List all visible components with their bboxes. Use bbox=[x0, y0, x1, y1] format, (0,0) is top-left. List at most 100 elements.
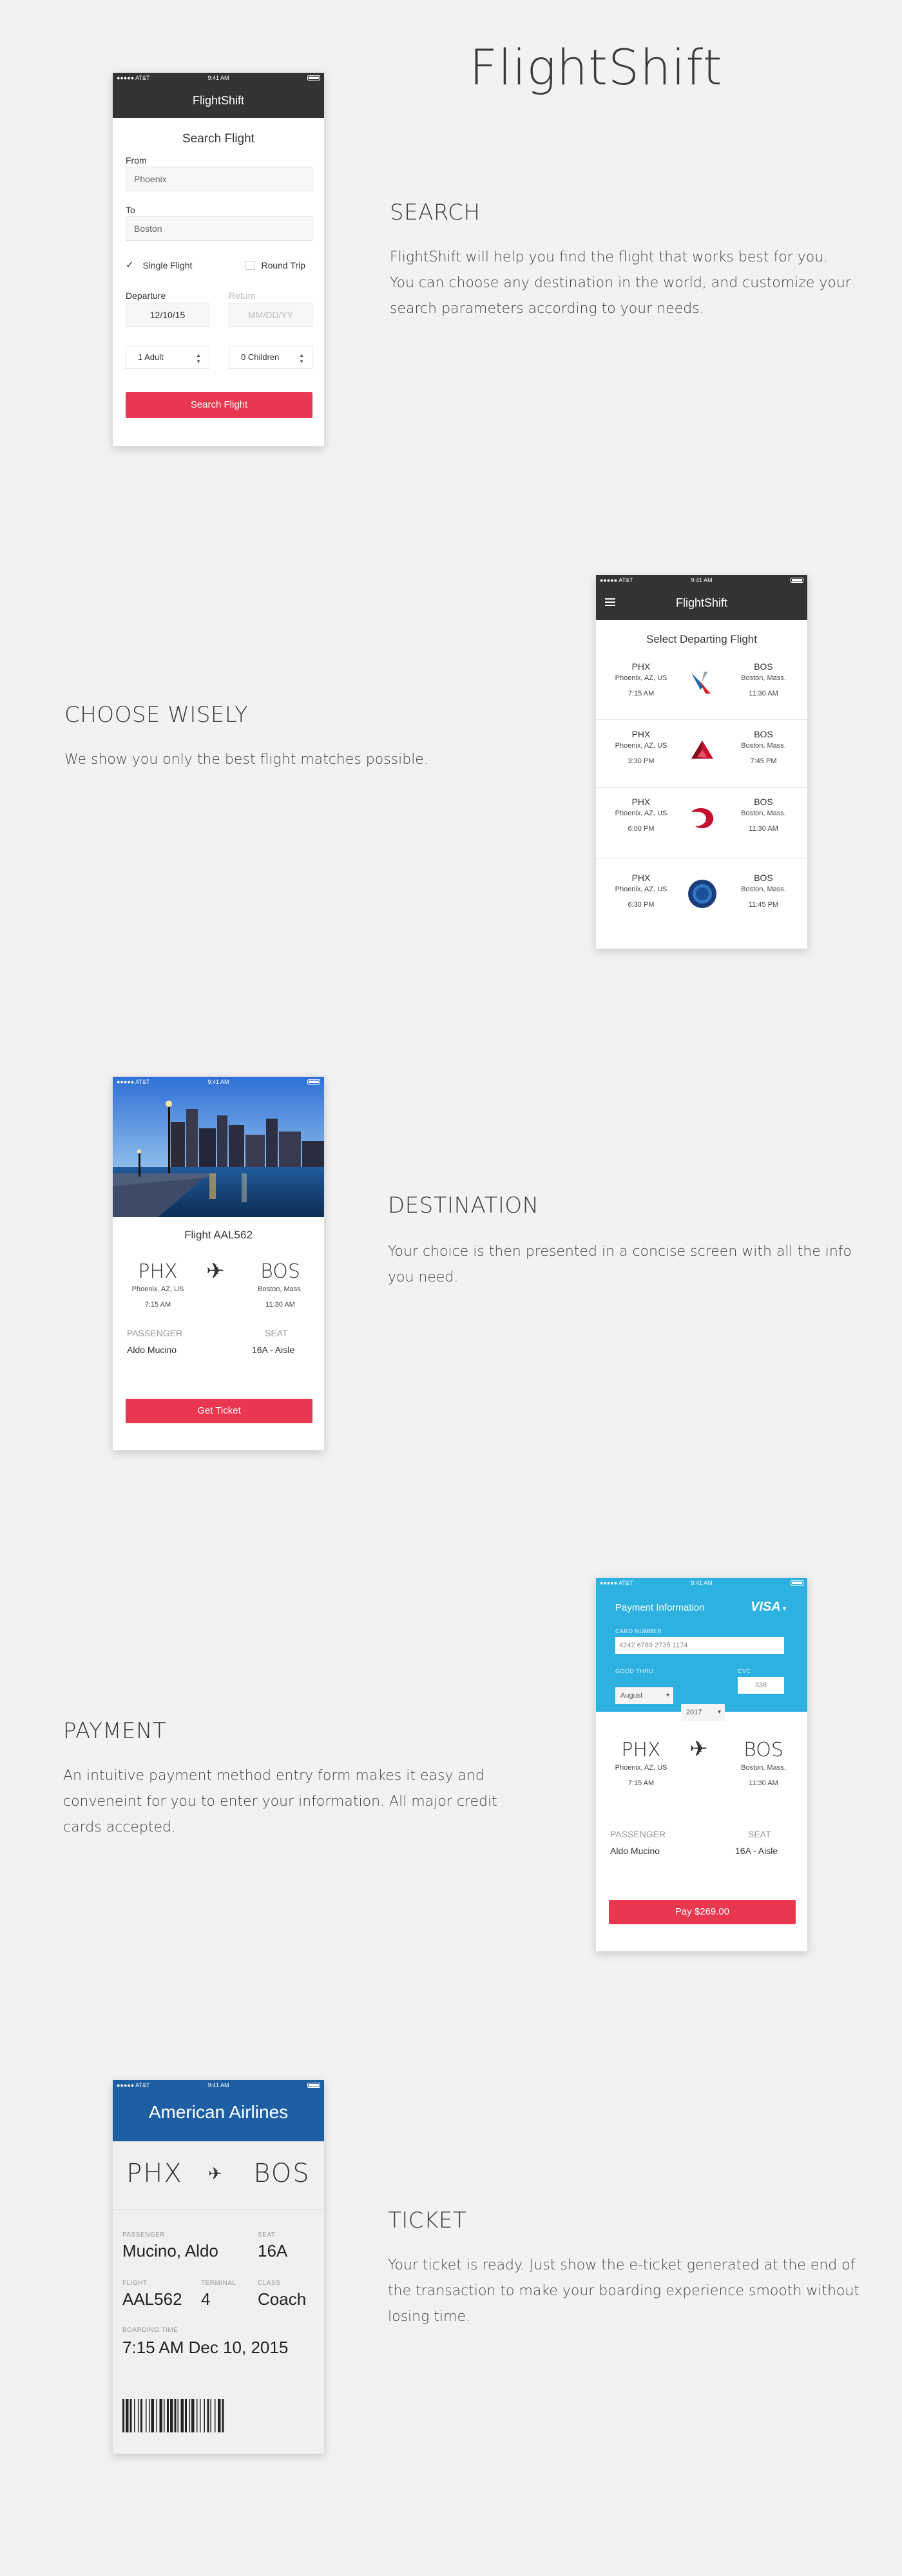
flight-label: FLIGHT bbox=[122, 2280, 148, 2287]
battery-icon bbox=[791, 578, 803, 583]
origin-city: Phoenix, AZ, US bbox=[615, 810, 667, 817]
passenger-label: PASSENGER bbox=[610, 1829, 666, 1839]
app-header: ●●●●● AT&T 9:41 AM FlightShift bbox=[113, 73, 324, 118]
boston-harbor-photo bbox=[113, 1077, 324, 1217]
flight-row[interactable]: PHX Phoenix, AZ, US 3:30 PM BOS Boston, … bbox=[596, 720, 807, 788]
text-line: FlightShift will help you find the fligh… bbox=[390, 249, 829, 265]
seat-label: SEAT bbox=[265, 1328, 288, 1338]
choose-description: We show you only the best flight matches… bbox=[64, 747, 428, 773]
destination-code: BOS bbox=[253, 2159, 311, 2188]
from-label: From bbox=[126, 155, 147, 166]
card-brand-select[interactable]: VISA ▾ bbox=[751, 1600, 786, 1615]
destination-block: BOS Boston, Mass. 11:30 AM bbox=[731, 1739, 796, 1787]
clock-text: 9:41 AM bbox=[207, 75, 229, 81]
to-input[interactable]: Boston bbox=[126, 216, 312, 241]
nav-title: FlightShift bbox=[675, 596, 728, 609]
barcode-icon bbox=[122, 2399, 314, 2432]
seat-label: SEAT bbox=[258, 2231, 276, 2239]
departure-time: 7:15 AM bbox=[144, 1301, 171, 1309]
arrival-time: 7:45 PM bbox=[750, 757, 777, 765]
destination-phone-mockup: ●●●●● AT&T 9:41 AM Flight AAL562 PHX Pho… bbox=[113, 1077, 324, 1450]
destination-heading: DESTINATION bbox=[388, 1193, 539, 1218]
origin-city: Phoenix, AZ, US bbox=[131, 1285, 184, 1293]
arrival-time: 11:45 PM bbox=[748, 901, 779, 909]
seat-value: 16A bbox=[258, 2241, 288, 2260]
flight-row[interactable]: PHX Phoenix, AZ, US 6:30 PM BOS Boston, … bbox=[596, 858, 807, 933]
children-select[interactable]: 0 Children ▲ ▼ bbox=[229, 346, 312, 369]
virgin-logo-icon: v bbox=[686, 803, 718, 835]
american-airlines-logo-icon bbox=[686, 667, 718, 699]
nav-bar: FlightShift bbox=[596, 585, 807, 620]
flight-number: Flight AAL562 bbox=[184, 1229, 253, 1241]
round-trip-option[interactable]: Round Trip bbox=[245, 260, 305, 271]
to-label: To bbox=[126, 205, 135, 215]
passenger-label: PASSENGER bbox=[127, 1328, 183, 1338]
origin-code: PHX bbox=[631, 729, 651, 739]
text-line: cards accepted. bbox=[63, 1819, 176, 1835]
cvc-label: CVC bbox=[738, 1668, 751, 1674]
battery-icon bbox=[307, 2083, 320, 2088]
flight-value: AAL562 bbox=[122, 2289, 182, 2309]
status-bar: ●●●●● AT&T 9:41 AM bbox=[596, 1578, 807, 1588]
text-line: search parameters according to your need… bbox=[390, 301, 704, 317]
destination-code: BOS bbox=[754, 729, 773, 739]
departure-time: 3:30 PM bbox=[628, 757, 655, 765]
passenger-name: Mucino, Aldo bbox=[122, 2241, 218, 2260]
class-value: Coach bbox=[258, 2289, 307, 2309]
search-phone-mockup: ●●●●● AT&T 9:41 AM FlightShift Search Fl… bbox=[113, 73, 324, 446]
screen-title: Select Departing Flight bbox=[646, 633, 757, 645]
svg-text:v: v bbox=[697, 817, 701, 824]
destination-block: BOS Boston, Mass. 11:30 AM bbox=[248, 1260, 312, 1309]
battery-icon bbox=[307, 1079, 320, 1084]
seat-value: 16A - Aisle bbox=[252, 1345, 295, 1355]
ticket-phone-mockup: ●●●●● AT&T 9:41 AM American Airlines PHX… bbox=[113, 2080, 324, 2454]
status-bar: ●●●●● AT&T 9:41 AM bbox=[113, 2080, 324, 2090]
cvc-input[interactable]: 338 bbox=[738, 1677, 784, 1694]
seat-value: 16A - Aisle bbox=[735, 1846, 778, 1856]
destination-city: Boston, Mass. bbox=[741, 1764, 786, 1772]
origin-code: PHX bbox=[631, 873, 651, 883]
airline-header: ●●●●● AT&T 9:41 AM American Airlines bbox=[113, 2080, 324, 2141]
flight-row[interactable]: PHX Phoenix, AZ, US 7:15 AM BOS Boston, … bbox=[596, 652, 807, 720]
card-number-label: CARD NUMBER bbox=[615, 1628, 662, 1634]
origin-code: PHX bbox=[138, 1260, 178, 1283]
origin-block: PHX Phoenix, AZ, US 7:15 AM bbox=[126, 1260, 190, 1309]
return-input[interactable]: MM/DD/YY bbox=[229, 303, 312, 327]
hamburger-menu-icon[interactable] bbox=[605, 598, 615, 606]
destination-code: BOS bbox=[260, 1260, 300, 1283]
card-number-input[interactable]: 4242 6789 2735 1174 bbox=[615, 1637, 784, 1654]
boarding-time-label: BOARDING TIME bbox=[122, 2327, 178, 2334]
flight-row[interactable]: PHX Phoenix, AZ, US 6:00 PM v BOS Boston… bbox=[596, 788, 807, 858]
pay-button[interactable]: Pay $269.00 bbox=[609, 1900, 796, 1924]
month-select[interactable]: August bbox=[615, 1687, 673, 1704]
chevron-down-icon: ▾ bbox=[780, 1605, 787, 1613]
payment-form-panel: ●●●●● AT&T 9:41 AM Payment Information V… bbox=[596, 1578, 807, 1721]
nav-title: FlightShift bbox=[192, 94, 245, 107]
checkbox-icon bbox=[245, 260, 254, 270]
clock-text: 9:41 AM bbox=[691, 1580, 713, 1586]
clock-text: 9:41 AM bbox=[691, 577, 713, 583]
adults-select[interactable]: 1 Adult ▲ ▼ bbox=[126, 346, 209, 369]
departure-input[interactable]: 12/10/15 bbox=[126, 303, 209, 327]
checkmark-icon bbox=[126, 259, 135, 270]
destination-description: Your choice is then presented in a conci… bbox=[388, 1239, 852, 1291]
year-select[interactable]: 2017 bbox=[681, 1704, 725, 1721]
from-input[interactable]: Phoenix bbox=[126, 167, 312, 191]
origin-code: PHX bbox=[621, 1739, 661, 1761]
text-line: We show you only the best flight matches… bbox=[64, 752, 428, 768]
text-line: the transaction to make your boarding ex… bbox=[388, 2283, 860, 2299]
ticket-description: Your ticket is ready. Just show the e-ti… bbox=[388, 2253, 859, 2330]
get-ticket-button[interactable]: Get Ticket bbox=[126, 1399, 312, 1423]
round-trip-label: Round Trip bbox=[261, 260, 305, 270]
search-flight-button[interactable]: Search Flight bbox=[126, 392, 312, 418]
departure-time: 6:30 PM bbox=[628, 901, 655, 909]
origin-city: Phoenix, AZ, US bbox=[615, 742, 667, 750]
app-title: FlightShift bbox=[469, 39, 723, 96]
class-label: CLASS bbox=[258, 2280, 281, 2287]
arrival-time: 11:30 AM bbox=[265, 1301, 295, 1309]
search-description: FlightShift will help you find the fligh… bbox=[390, 245, 851, 322]
choose-heading: CHOOSE WISELY bbox=[64, 702, 249, 728]
airplane-icon: ✈ bbox=[689, 1737, 708, 1761]
single-flight-option[interactable]: Single Flight bbox=[126, 259, 193, 271]
children-value: 0 Children bbox=[241, 352, 280, 362]
